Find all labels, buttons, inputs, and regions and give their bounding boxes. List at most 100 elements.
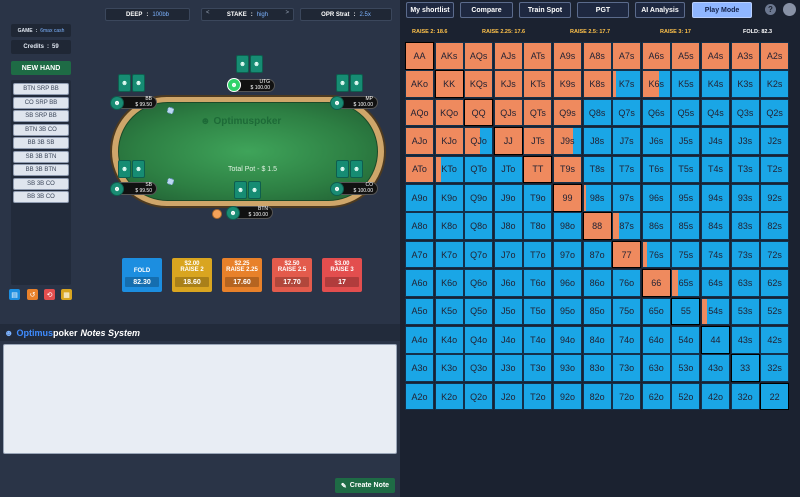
scenario-item[interactable]: BTN SRP BB: [13, 83, 69, 95]
hand-cell[interactable]: J9o: [493, 184, 523, 212]
hand-cell[interactable]: 63s: [730, 269, 760, 297]
hand-cell[interactable]: K4o: [434, 326, 464, 354]
hand-cell[interactable]: 73o: [612, 354, 642, 382]
hand-cell[interactable]: 96s: [641, 184, 671, 212]
hand-cell[interactable]: Q8s: [582, 98, 612, 127]
train-spot-button[interactable]: Train Spot: [519, 2, 571, 18]
hand-cell[interactable]: A7s: [612, 42, 642, 70]
hand-cell[interactable]: KJs: [493, 70, 523, 98]
hand-cell[interactable]: J2o: [493, 382, 523, 411]
hand-cell[interactable]: Q9s: [553, 98, 582, 127]
raise-2-25-button[interactable]: $2.25 RAISE 2.25 17.60: [222, 258, 262, 292]
hand-cell[interactable]: Q6s: [641, 98, 671, 127]
hand-cell[interactable]: A6s: [641, 42, 671, 70]
hand-cell[interactable]: Q3o: [464, 354, 494, 382]
raise-2-button[interactable]: $2.00 RAISE 2 18.60: [172, 258, 212, 292]
hand-cell[interactable]: 72s: [760, 240, 790, 269]
reset-icon[interactable]: ⟲: [44, 289, 55, 300]
hand-cell[interactable]: K4s: [701, 70, 730, 98]
hand-cell[interactable]: T4o: [523, 326, 553, 354]
hand-cell[interactable]: A4o: [405, 326, 434, 354]
hand-cell[interactable]: K6o: [434, 269, 464, 297]
ai-analysis-button[interactable]: AI Analysis: [635, 2, 685, 18]
play-mode-button[interactable]: Play Mode: [692, 2, 752, 18]
hand-cell[interactable]: A4s: [701, 42, 730, 70]
hand-cell[interactable]: 55: [671, 297, 701, 326]
hand-cell[interactable]: J4s: [701, 127, 730, 155]
hand-cell[interactable]: QJo: [464, 127, 494, 155]
create-note-button[interactable]: ✎ Create Note: [335, 478, 395, 493]
compare-button[interactable]: Compare: [460, 2, 513, 18]
hand-cell[interactable]: A5s: [671, 42, 701, 70]
hand-cell[interactable]: T3s: [730, 155, 760, 184]
hand-cell[interactable]: J3o: [493, 354, 523, 382]
hand-cell[interactable]: J6s: [641, 127, 671, 155]
hand-cell[interactable]: A6o: [405, 269, 434, 297]
hand-cell[interactable]: A8o: [405, 212, 434, 240]
hand-cell[interactable]: T2s: [760, 155, 790, 184]
hand-cell[interactable]: K9s: [553, 70, 582, 98]
hand-cell[interactable]: A3s: [730, 42, 760, 70]
hand-cell[interactable]: J7s: [612, 127, 642, 155]
hand-cell[interactable]: 22: [760, 382, 790, 411]
hand-cell[interactable]: T3o: [523, 354, 553, 382]
hand-cell[interactable]: J3s: [730, 127, 760, 155]
hand-cell[interactable]: 93s: [730, 184, 760, 212]
hand-cell[interactable]: 62o: [641, 382, 671, 411]
hand-cell[interactable]: 93o: [553, 354, 582, 382]
hand-cell[interactable]: 95s: [671, 184, 701, 212]
raise-2-5-button[interactable]: $2.50 RAISE 2.5 17.70: [272, 258, 312, 292]
hand-cell[interactable]: Q8o: [464, 212, 494, 240]
new-hand-button[interactable]: NEW HAND: [11, 61, 71, 75]
user-avatar-icon[interactable]: [783, 3, 796, 16]
hand-cell[interactable]: 42o: [701, 382, 730, 411]
hand-cell[interactable]: KJo: [434, 127, 464, 155]
hand-cell[interactable]: A9o: [405, 184, 434, 212]
hand-cell[interactable]: 83o: [582, 354, 612, 382]
notes-icon[interactable]: ▦: [61, 289, 72, 300]
hand-cell[interactable]: 75s: [671, 240, 701, 269]
hand-cell[interactable]: 43o: [701, 354, 730, 382]
hand-cell[interactable]: 53o: [671, 354, 701, 382]
fold-button[interactable]: FOLD 82.30: [122, 258, 162, 292]
opr-strat-selector[interactable]: OPR Strat: 2.5x: [300, 8, 392, 21]
scenario-item[interactable]: SB 3B CO: [13, 177, 69, 190]
hand-cell[interactable]: 97s: [612, 184, 642, 212]
hand-cell[interactable]: 64o: [641, 326, 671, 354]
hand-cell[interactable]: 98o: [553, 212, 582, 240]
hand-cell[interactable]: 74s: [701, 240, 730, 269]
hand-cell[interactable]: Q9o: [464, 184, 494, 212]
hand-cell[interactable]: T7s: [612, 155, 642, 184]
hand-cell[interactable]: QTo: [464, 155, 494, 184]
hand-cell[interactable]: KTo: [434, 155, 464, 184]
hand-cell[interactable]: 99: [553, 184, 582, 212]
hand-cell[interactable]: AKo: [405, 70, 434, 98]
hand-cell[interactable]: A8s: [582, 42, 612, 70]
hand-cell[interactable]: 54o: [671, 326, 701, 354]
hand-cell[interactable]: 42s: [760, 326, 790, 354]
hand-cell[interactable]: K9o: [434, 184, 464, 212]
hand-cell[interactable]: J2s: [760, 127, 790, 155]
hand-cell[interactable]: 85s: [671, 212, 701, 240]
deep-selector[interactable]: DEEP: 100bb: [105, 8, 190, 21]
my-shortlist-button[interactable]: My shortlist: [406, 2, 454, 18]
hand-cell[interactable]: T6o: [523, 269, 553, 297]
hand-cell[interactable]: A2o: [405, 382, 434, 411]
hand-cell[interactable]: K2o: [434, 382, 464, 411]
hand-cell[interactable]: 52o: [671, 382, 701, 411]
hand-cell[interactable]: TT: [523, 155, 553, 184]
hand-cell[interactable]: 84s: [701, 212, 730, 240]
hand-cell[interactable]: 87s: [612, 212, 642, 240]
hand-cell[interactable]: T9o: [523, 184, 553, 212]
hand-cell[interactable]: T5s: [671, 155, 701, 184]
hand-cell[interactable]: 77: [612, 240, 642, 269]
hand-cell[interactable]: K2s: [760, 70, 790, 98]
hand-cell[interactable]: 85o: [582, 297, 612, 326]
hand-cell[interactable]: 86s: [641, 212, 671, 240]
hand-cell[interactable]: QJs: [493, 98, 523, 127]
hand-cell[interactable]: QQ: [464, 98, 494, 127]
hand-cell[interactable]: 76s: [641, 240, 671, 269]
hand-cell[interactable]: A9s: [553, 42, 582, 70]
hand-cell[interactable]: AQs: [464, 42, 494, 70]
chart-icon[interactable]: ▤: [9, 289, 20, 300]
